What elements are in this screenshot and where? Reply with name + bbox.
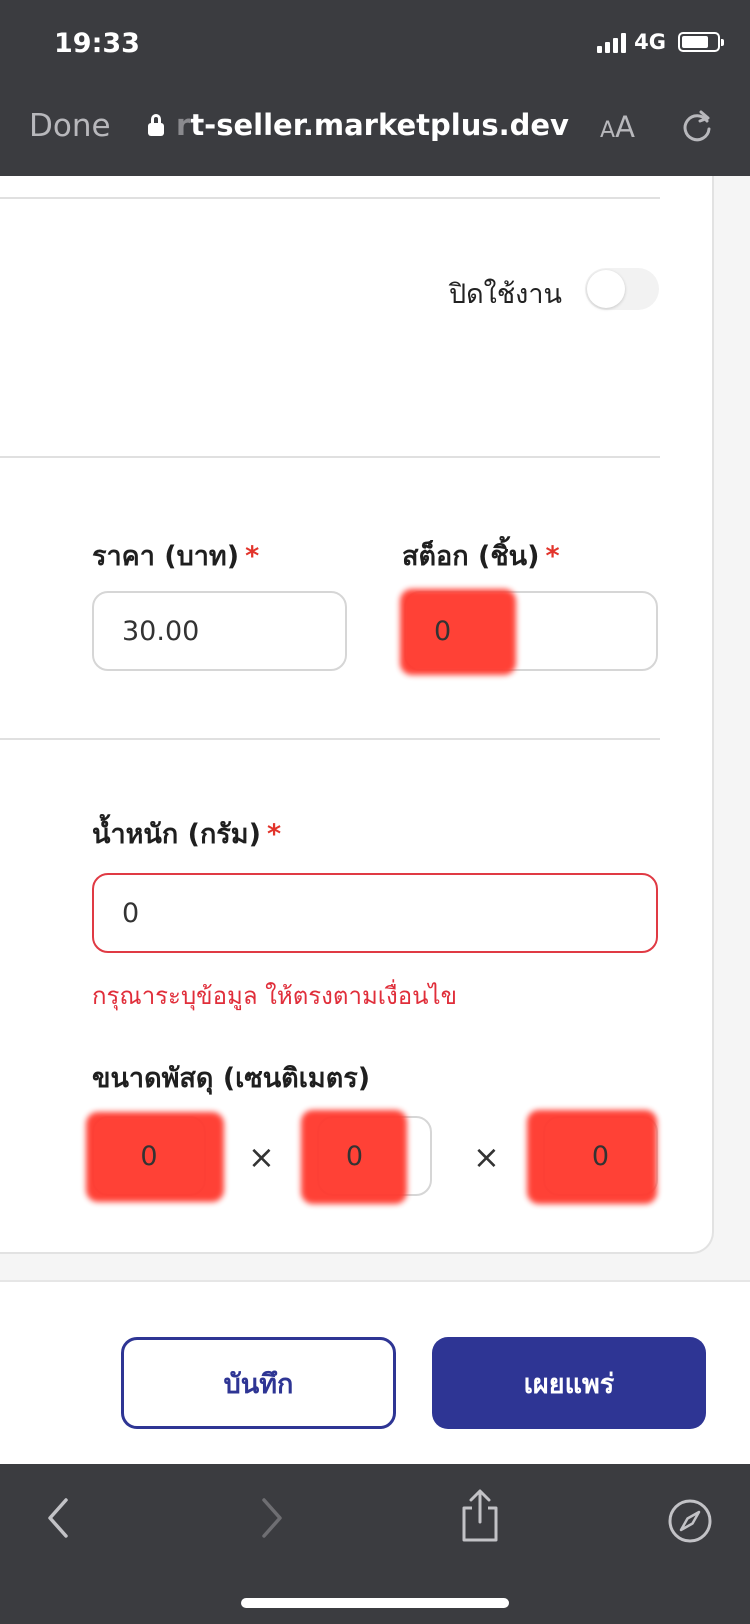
text-size-big: A — [615, 110, 635, 144]
address-bar[interactable]: rt-seller.marketplus.dev — [148, 108, 569, 142]
weight-label: น้ำหนัก (กรัม) * — [92, 819, 282, 850]
required-mark: * — [545, 541, 560, 572]
browser-top-bar: 19:33 4G Done rt-seller.marketplus.dev A… — [0, 0, 750, 176]
stock-label: สต็อก (ชิ้น) * — [402, 541, 560, 572]
required-mark: * — [245, 541, 260, 572]
weight-input[interactable]: 0 — [92, 873, 658, 953]
save-button[interactable]: บันทึก — [121, 1337, 396, 1429]
compass-icon[interactable] — [666, 1497, 714, 1545]
url-text: rt-seller.marketplus.dev — [176, 108, 569, 142]
lock-icon — [148, 114, 164, 136]
home-indicator — [241, 1598, 509, 1608]
stock-input[interactable]: 0 — [400, 589, 658, 675]
url-domain: t-seller.marketplus.dev — [190, 108, 569, 142]
dimension-label: ขนาดพัสดุ (เซนติเมตร) — [92, 1063, 371, 1094]
disable-toggle-label: ปิดใช้งาน — [449, 279, 562, 310]
text-size-small: A — [600, 118, 616, 143]
status-time: 19:33 — [54, 28, 140, 59]
dimension-length-value: 0 — [345, 1140, 364, 1172]
status-indicators: 4G — [597, 30, 724, 54]
weight-error-message: กรุณาระบุข้อมูล ให้ตรงตามเงื่อนไข — [92, 982, 457, 1010]
price-value: 30.00 — [122, 615, 200, 647]
text-size-button[interactable]: AA — [600, 110, 635, 144]
multiply-symbol: × — [248, 1138, 275, 1176]
weight-value: 0 — [122, 897, 140, 929]
dimension-width-value: 0 — [140, 1140, 158, 1172]
price-label: ราคา (บาท) * — [92, 541, 260, 572]
done-button[interactable]: Done — [29, 108, 111, 144]
divider — [0, 456, 660, 458]
price-input[interactable]: 30.00 — [92, 591, 347, 671]
toggle-knob — [587, 270, 625, 308]
dimension-height-value: 0 — [591, 1140, 610, 1172]
signal-icon — [597, 31, 627, 53]
reload-icon[interactable] — [680, 108, 714, 144]
disable-toggle[interactable] — [585, 268, 659, 310]
divider — [0, 197, 660, 199]
battery-icon — [678, 32, 724, 52]
network-type: 4G — [634, 30, 666, 54]
share-icon[interactable] — [458, 1488, 502, 1544]
dimension-height-input[interactable]: 0 — [527, 1110, 658, 1204]
divider — [0, 738, 660, 740]
redaction-mark — [400, 589, 516, 675]
publish-button[interactable]: เผยแพร่ — [432, 1337, 706, 1429]
dimension-length-input[interactable]: 0 — [301, 1110, 432, 1204]
multiply-symbol: × — [473, 1138, 500, 1176]
url-faded-part: r — [176, 108, 191, 142]
required-mark: * — [266, 819, 282, 850]
forward-icon[interactable] — [258, 1496, 286, 1540]
stock-value: 0 — [434, 615, 452, 647]
dimension-width-input[interactable]: 0 — [86, 1112, 224, 1202]
back-icon[interactable] — [44, 1496, 72, 1540]
